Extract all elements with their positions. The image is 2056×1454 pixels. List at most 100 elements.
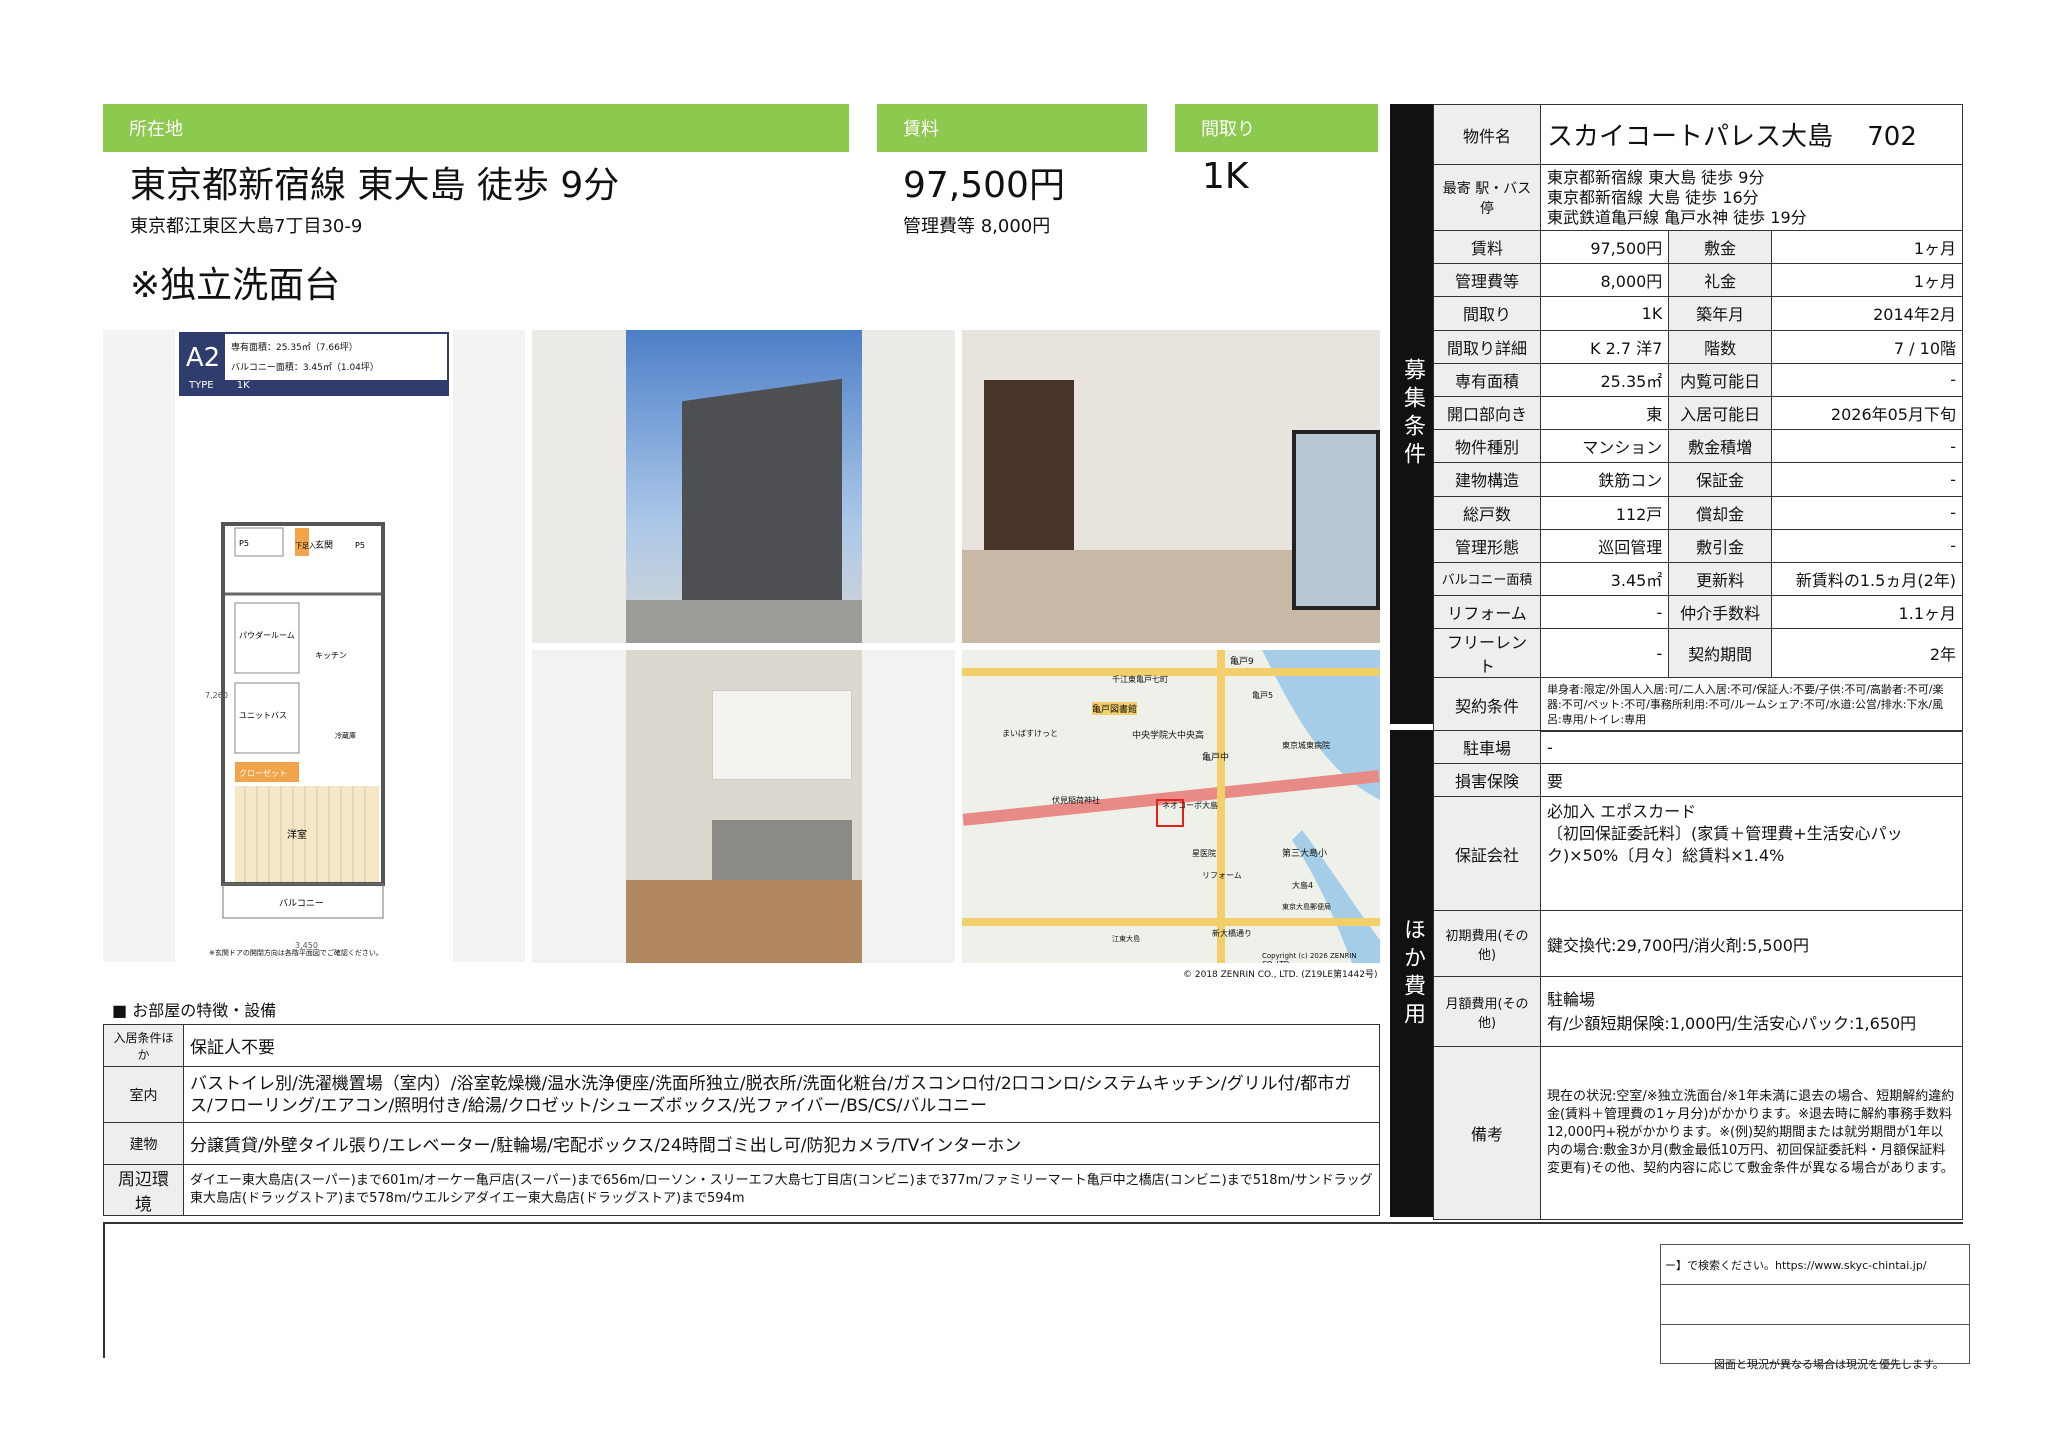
field-key: 内覧可能日	[1668, 362, 1772, 397]
field-key: 更新料	[1668, 561, 1772, 597]
room-shoes: 下足入	[295, 542, 316, 550]
table-row: 間取り 1K 築年月 2014年2月	[1433, 296, 1963, 331]
field-value: マンション	[1539, 429, 1670, 464]
field-value: -	[1771, 429, 1963, 464]
feature-key: 入居条件ほか	[103, 1024, 184, 1067]
field-key: 敷金	[1668, 229, 1772, 265]
field-key: 礼金	[1668, 263, 1772, 298]
field-key: 保証金	[1668, 462, 1772, 497]
field-value: 112戸	[1539, 495, 1670, 530]
field-key: 専有面積	[1433, 362, 1541, 397]
map-label: 星医院	[1192, 849, 1216, 858]
table-row: 入居条件ほか 保証人不要	[103, 1024, 1380, 1067]
field-key: 間取り詳細	[1433, 329, 1541, 364]
map-label: 亀戸5	[1252, 691, 1274, 700]
feature-key: 周辺環境	[103, 1164, 184, 1216]
table-row: 管理費等 8,000円 礼金 1ヶ月	[1433, 263, 1963, 298]
layout-header: 間取り	[1175, 104, 1378, 152]
contract-key: 契約条件	[1433, 677, 1541, 733]
table-row: 管理形態 巡回管理 敷引金 -	[1433, 528, 1963, 563]
field-key: 建物構造	[1433, 462, 1541, 497]
field-key: 仲介手数料	[1668, 595, 1772, 630]
room-entrance: 玄関	[315, 539, 333, 551]
cost-key: 保証会社	[1433, 796, 1541, 912]
table-row: 総戸数 112戸 償却金 -	[1433, 495, 1963, 530]
table-row: リフォーム - 仲介手数料 1.1ヶ月	[1433, 595, 1963, 630]
balcony-area-text: バルコニー面積：3.45㎡（1.04坪）	[231, 363, 379, 373]
floorplan-note: ※玄関ドアの開閉方向は各階平面図でご確認ください。	[209, 949, 383, 957]
table-row: 専有面積 25.35㎡ 内覧可能日 -	[1433, 362, 1963, 397]
field-key: 敷引金	[1668, 528, 1772, 563]
field-value: 2026年05月下旬	[1771, 395, 1963, 431]
footer-left-rule	[103, 1224, 105, 1358]
field-value: 新賃料の1.5ヵ月(2年)	[1771, 561, 1963, 597]
room-fridge: 冷蔵庫	[335, 731, 356, 740]
field-value: 1K	[1539, 296, 1670, 331]
field-key: フリーレント	[1433, 628, 1541, 679]
feature-value: 分譲賃貸/外壁タイル張り/エレベーター/駐輪場/宅配ボックス/24時間ゴミ出し可…	[183, 1122, 1380, 1165]
field-value: 2年	[1771, 628, 1963, 679]
cost-value: 駐輪場 有/少額短期保険:1,000円/生活安心パック:1,650円	[1540, 976, 1963, 1048]
room-closet: クローゼット	[239, 768, 287, 778]
map-label: 大島4	[1292, 881, 1314, 890]
conditions-table: 物件名 スカイコートパレス大島 702 最寄 駅・バス停 東京都新宿線 東大島 徒歩…	[1433, 104, 1963, 733]
features-table: 入居条件ほか 保証人不要 室内 バストイレ別/洗濯機置場（室内）/浴室乾燥機/温水洗…	[103, 1024, 1380, 1216]
cost-value: 現在の状況:空室/※独立洗面台/※1年未満に退去の場合、短期解約違約金(賃料＋管…	[1540, 1046, 1963, 1221]
address-text: 東京都江東区大島7丁目30-9	[130, 216, 363, 237]
map-label: 第三大島小	[1282, 849, 1328, 859]
disclaimer: 図面と現況が異なる場合は現況を優先します。	[1714, 1358, 1944, 1371]
map-label: 亀戸9	[1230, 657, 1254, 667]
field-value: K 2.7 洋7	[1539, 329, 1670, 364]
rent-header: 賃料	[877, 104, 1147, 152]
map-label: 亀戸中	[1202, 753, 1230, 763]
mgmt-fee: 管理費等 8,000円	[903, 216, 1051, 237]
type-label: TYPE	[189, 380, 214, 391]
field-value: 鉄筋コン	[1539, 462, 1670, 497]
field-key: リフォーム	[1433, 595, 1541, 630]
field-value: 97,500円	[1539, 229, 1670, 265]
room-powder: パウダールーム	[239, 630, 295, 640]
footer-box: ー】で検索ください。https://www.skyc-chintai.jp/	[1660, 1244, 1970, 1364]
field-key: 敷金積増	[1668, 429, 1772, 464]
conditions-label: 募集条件	[1390, 104, 1434, 724]
feature-key: 室内	[103, 1066, 184, 1123]
table-row: 開口部向き東入居可能日 2026年05月下旬	[1433, 395, 1963, 431]
map-label: 東京城東病院	[1282, 741, 1330, 750]
field-value: 1ヶ月	[1771, 263, 1963, 298]
feature-value: ダイエー東大島店(スーパー)まで601m/オーケー亀戸店(スーパー)まで656m…	[183, 1164, 1380, 1216]
map-label: 中央学院大中央高	[1132, 731, 1205, 741]
location-header: 所在地	[103, 104, 849, 152]
room-bath: ユニットバス	[239, 711, 287, 720]
field-key: 償却金	[1668, 495, 1772, 530]
map-label: 亀戸図書館	[1092, 702, 1138, 715]
cost-key: 月額費用(その他)	[1433, 976, 1541, 1048]
field-value: 2014年2月	[1771, 296, 1963, 331]
property-name-key: 物件名	[1433, 104, 1541, 165]
map-label: ネオコーポ大島	[1162, 801, 1218, 810]
cost-key: 駐車場	[1433, 729, 1541, 765]
map-label: 伏見稲荷神社	[1052, 796, 1100, 805]
other-costs-table: 駐車場 - 損害保険要 保証会社 必加入 エポスカード 〔初回保証委託料〕(家賃＋管…	[1433, 729, 1963, 1221]
field-value: 8,000円	[1539, 263, 1670, 298]
field-value: 1.1ヶ月	[1771, 595, 1963, 630]
rent-value: 97,500円	[903, 165, 1065, 206]
field-key: 賃料	[1433, 229, 1541, 265]
highlight-text: ※独立洗面台	[130, 265, 341, 306]
layout-value: 1K	[1202, 156, 1249, 197]
map: 千江東亀戸七町 亀戸9 亀戸図書館 まいばすけっと 中央学院大中央高 亀戸中 東…	[962, 650, 1380, 963]
floorplan-drawing: 7,260 3,450 P5 下足入 玄関 P5 パウダールーム ユニットバス …	[205, 522, 385, 950]
dim-vertical: 7,260	[205, 691, 228, 700]
table-row: 室内 バストイレ別/洗濯機置場（室内）/浴室乾燥機/温水洗浄便座/洗面所独立/脱衣…	[103, 1066, 1380, 1123]
floorplan-panel: A2 専有面積：25.35㎡（7.66坪） バルコニー面積：3.45㎡（1.04…	[103, 330, 525, 962]
cost-value: 要	[1540, 763, 1963, 798]
field-key: バルコニー面積	[1433, 561, 1541, 597]
feature-value: バストイレ別/洗濯機置場（室内）/浴室乾燥機/温水洗浄便座/洗面所独立/脱衣所/…	[183, 1066, 1380, 1123]
table-row: 周辺環境 ダイエー東大島店(スーパー)まで601m/オーケー亀戸店(スーパー)まで…	[103, 1164, 1380, 1216]
map-copyright-inner: Copyright (c) 2026 ZENRIN CO.,LTD.	[1262, 952, 1357, 963]
map-label: リフォーム	[1202, 871, 1242, 880]
field-value: -	[1539, 595, 1670, 630]
contract-conditions: 単身者:限定/外国人入居:可/二人入居:不可/保証人:不要/子供:不可/高齢者:…	[1540, 677, 1963, 733]
type-code: A2	[181, 334, 225, 382]
feature-key: 建物	[103, 1122, 184, 1165]
field-key: 契約期間	[1668, 628, 1772, 679]
